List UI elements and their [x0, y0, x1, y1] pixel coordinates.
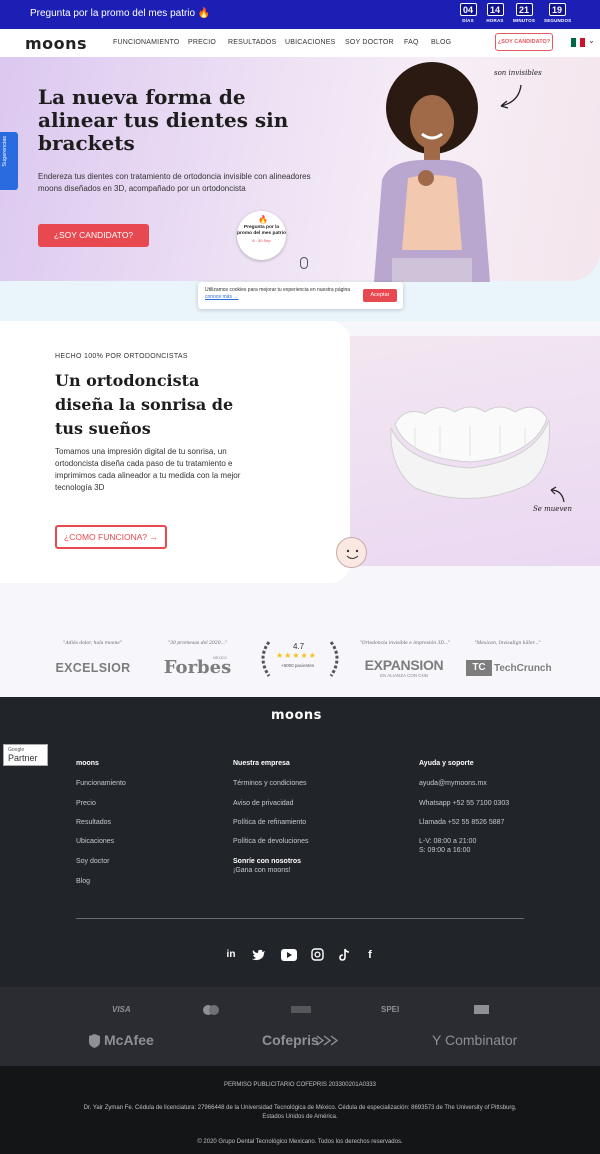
curved-arrow-icon	[550, 486, 565, 503]
instagram-icon[interactable]	[311, 948, 324, 961]
nav-candidate-button[interactable]: ¿SOY CANDIDATO?	[495, 33, 553, 51]
smile-face-icon	[336, 537, 367, 568]
hero-subtitle: Endereza tus dientes con tratamiento de …	[38, 172, 311, 193]
spei-logo: SPEI	[381, 1005, 400, 1014]
footer-link[interactable]: Términos y condiciones	[233, 780, 307, 787]
footer-link[interactable]: Política de devoluciones	[233, 838, 309, 845]
techcrunch-logo[interactable]: TechCrunch	[494, 663, 552, 674]
rating-stars: ★★★★★	[276, 651, 317, 660]
how-it-works-button[interactable]: ¿COMO FUNCIONA? →	[55, 525, 167, 549]
hero-candidate-button[interactable]: ¿SOY CANDIDATO?	[38, 224, 149, 247]
section-kicker: HECHO 100% POR ORTODONCISTAS	[55, 353, 188, 360]
footer-link[interactable]: Política de refinamiento	[233, 819, 306, 826]
expansion-cnn-label: EN ALIANZA CON CNN	[380, 673, 429, 678]
scroll-mouse-icon	[300, 257, 308, 269]
youtube-icon[interactable]	[281, 949, 297, 961]
countdown-hours: 14 HORAS	[486, 3, 504, 23]
hero-model-image	[374, 62, 490, 282]
mastercard-logo	[203, 1005, 219, 1015]
press-quote: "Adiós dolor, hola moons"	[63, 641, 122, 646]
promo-text[interactable]: Pregunta por la promo del mes patrio 🔥	[30, 8, 210, 19]
footer-hours: S: 09:00 a 16:00	[419, 847, 471, 854]
main-nav: moons FUNCIONAMIENTO PRECIO RESULTADOS U…	[0, 29, 600, 57]
footer-whatsapp-link[interactable]: Whatsapp +52 55 7100 0303	[419, 800, 509, 807]
countdown-seconds: 19 SEGUNDOS	[544, 3, 572, 23]
hero-title: La nueva forma de alinear tus dientes si…	[38, 85, 289, 155]
cookie-banner: Utilizamos cookies para mejorar tu exper…	[198, 282, 403, 309]
twitter-icon[interactable]	[252, 949, 266, 961]
linkedin-icon[interactable]: in	[223, 947, 239, 963]
footer-sub-heading: Sonríe con nosotros	[233, 858, 302, 865]
countdown-minutes: 21 MINUTOS	[512, 3, 536, 23]
promo-bar[interactable]: Pregunta por la promo del mes patrio 🔥 0…	[0, 0, 600, 29]
section-handwriting: Se mueven	[533, 505, 573, 513]
cookie-more-link[interactable]: conoce más →	[205, 294, 238, 300]
visa-logo: VISA	[112, 1005, 131, 1014]
nav-link-funcionamiento[interactable]: FUNCIONAMIENTO	[113, 39, 179, 46]
footer-link[interactable]: Resultados	[76, 819, 111, 826]
rating-value: 4.7	[293, 642, 305, 651]
curved-arrow-icon	[500, 84, 522, 109]
section-title: Un ortodoncista diseña la sonrisa de tus…	[55, 371, 234, 438]
footer-hours: L-V: 08:00 a 21:00	[419, 838, 477, 845]
footer-link[interactable]: Soy doctor	[76, 858, 109, 865]
expansion-logo[interactable]: EXPANSION	[360, 657, 448, 673]
nav-link-soy-doctor[interactable]: SOY DOCTOR	[345, 39, 394, 46]
countdown-days: 04 DÍAS	[455, 3, 481, 23]
trust-badges	[0, 987, 600, 1066]
tiktok-icon[interactable]	[339, 948, 351, 961]
suggestions-tab[interactable]: Sugerencias	[0, 132, 18, 190]
footer-link[interactable]: Funcionamiento	[76, 780, 126, 787]
cookie-accept-button[interactable]: Aceptar	[363, 289, 397, 302]
nav-link-precio[interactable]: PRECIO	[188, 39, 216, 46]
footer-moons-logo[interactable]: moons	[271, 708, 322, 723]
hero-handwriting: son invisibles	[494, 69, 542, 77]
nav-link-ubicaciones[interactable]: UBICACIONES	[285, 39, 335, 46]
press-quote: "Mexican, InvisaIign killer..."	[474, 641, 541, 646]
moons-logo[interactable]: moons	[25, 34, 87, 53]
footer-col1-heading: moons	[76, 760, 99, 767]
cofepris-logo: Cofepris	[262, 1032, 319, 1048]
flame-icon: 🔥	[258, 215, 268, 224]
ycombinator-logo: Y Combinator	[432, 1032, 518, 1048]
nav-link-resultados[interactable]: RESULTADOS	[228, 39, 276, 46]
section-text: Tomamos una impresión digital de tu sonr…	[55, 447, 241, 492]
chevron-down-icon[interactable]: ⌄	[588, 36, 595, 45]
footer-divider	[76, 918, 524, 919]
mexico-flag-icon[interactable]	[571, 38, 586, 47]
nav-link-faq[interactable]: FAQ	[404, 39, 419, 46]
techcrunch-icon: TC	[466, 660, 492, 676]
footer-link[interactable]: Precio	[76, 800, 96, 807]
mcafee-shield-icon	[89, 1034, 100, 1048]
amex-logo	[291, 1006, 311, 1013]
footer-link[interactable]: Ubicaciones	[76, 838, 114, 845]
footer-link[interactable]: ¡Gana con moons!	[233, 867, 291, 874]
doctor-credentials: Dr. Yair Zyman Fe. Cédula de licenciatur…	[83, 1105, 517, 1120]
forbes-country: MÉXICO	[213, 656, 227, 660]
footer-phone-link[interactable]: Llamada +52 55 8526 5887	[419, 819, 504, 826]
footer-email-link[interactable]: ayuda@mymoons.mx	[419, 780, 487, 787]
mcafee-logo: McAfee	[104, 1032, 154, 1048]
aligner-image	[390, 406, 550, 499]
excelsior-logo[interactable]: EXCELSIOR	[52, 661, 134, 675]
facebook-icon[interactable]: f	[362, 947, 378, 963]
google-partner-badge[interactable]: Google Partner	[3, 744, 48, 766]
cofepris-arrows-icon	[316, 1035, 339, 1046]
footer-link[interactable]: Aviso de privacidad	[233, 800, 294, 807]
footer-link[interactable]: Blog	[76, 878, 90, 885]
press-quote: "Ortodoncia invisible e impresión 3D..."	[359, 641, 451, 646]
cofepris-permit: PERMISO PUBLICITARIO COFEPRIS 203300201A…	[224, 1082, 376, 1088]
card-logo	[474, 1005, 489, 1014]
footer-col2-heading: Nuestra empresa	[233, 760, 290, 767]
nav-link-blog[interactable]: BLOG	[431, 39, 451, 46]
cookie-text: Utilizamos cookies para mejorar tu exper…	[205, 287, 351, 300]
press-quote: "30 promesas del 2020..."	[168, 641, 227, 646]
forbes-logo[interactable]: Forbes	[160, 657, 235, 678]
rating-subtitle: +6000 pacientes	[281, 663, 315, 668]
copyright: © 2020 Grupo Dental Tecnológico Mexicano…	[197, 1139, 403, 1145]
footer-col3-heading: Ayuda y soporte	[419, 760, 474, 767]
